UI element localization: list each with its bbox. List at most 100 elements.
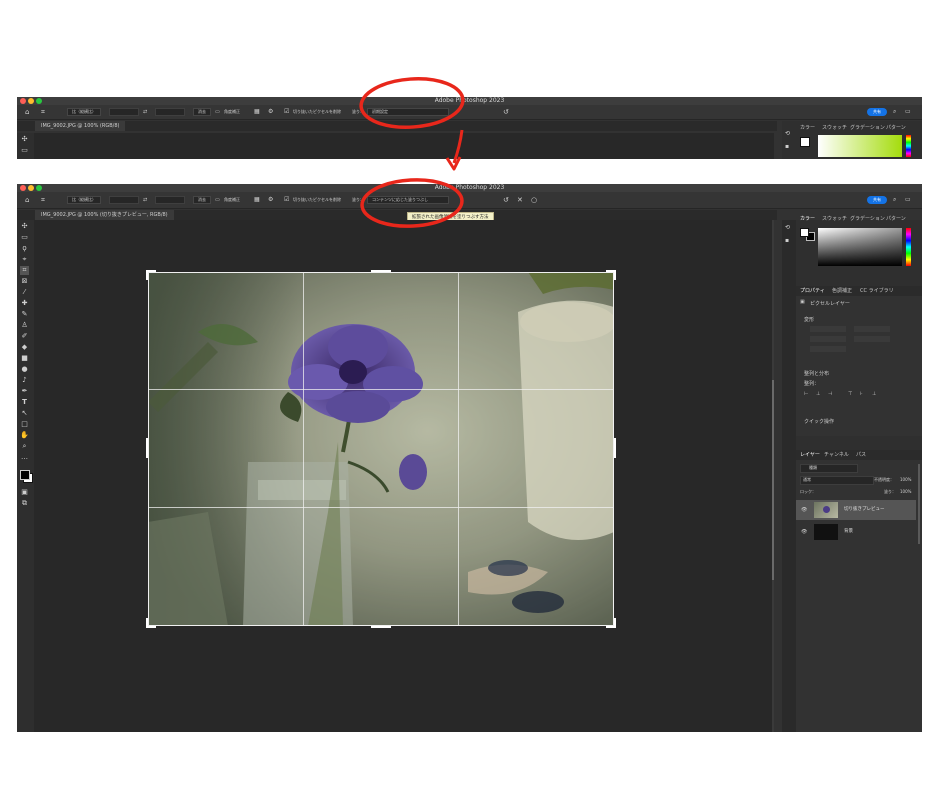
quick-actions-header[interactable]: クイック操作 — [804, 418, 834, 425]
crop-tool-icon[interactable]: ⌗ — [41, 108, 45, 116]
clear-button[interactable]: 消去 — [193, 196, 211, 204]
straighten-icon[interactable]: ▭ — [215, 196, 220, 204]
eyedropper-icon[interactable]: ⁄ — [20, 288, 29, 297]
adjustments-tab[interactable]: 色調補正 — [832, 286, 852, 296]
eraser-icon[interactable]: ◆ — [20, 343, 29, 352]
gear-icon[interactable]: ⚙ — [268, 108, 273, 116]
delete-cropped-label[interactable]: 切り抜いたピクセルを削除 — [293, 196, 341, 204]
align-center-icon[interactable]: ⊥ — [816, 390, 820, 398]
crop-tool-icon[interactable]: ⌗ — [41, 196, 45, 204]
hand-icon[interactable]: ✋ — [20, 431, 29, 440]
align-bottom-icon[interactable]: ⊥ — [872, 390, 876, 398]
path-select-icon[interactable]: ↖ — [20, 409, 29, 418]
ratio-dropdown[interactable]: 比（縦横比） — [67, 108, 101, 116]
blend-mode-dropdown[interactable]: 通常 — [800, 476, 874, 485]
delete-cropped-label[interactable]: 切り抜いたピクセルを削除 — [293, 108, 341, 116]
height-field[interactable] — [155, 108, 185, 116]
straighten-label[interactable]: 角度補正 — [224, 196, 240, 204]
properties-tab[interactable]: プロパティ — [800, 286, 825, 296]
eye-icon[interactable]: 👁 — [801, 506, 807, 514]
search-icon[interactable]: ⌕ — [893, 196, 896, 204]
color-panel-tab-patterns[interactable]: パターン — [886, 214, 906, 224]
color-panel-tab-gradients[interactable]: グラデーション — [850, 123, 885, 133]
overlay-grid-icon[interactable]: ▦ — [254, 196, 260, 204]
foreground-swatch[interactable] — [800, 137, 810, 147]
crop-handle-top-left-v[interactable] — [146, 270, 148, 280]
color-panel-tab-swatches[interactable]: スウォッチ — [822, 214, 847, 224]
history-icon[interactable]: ⟲ — [785, 224, 790, 232]
align-right-icon[interactable]: ⊣ — [828, 390, 832, 398]
fill-dropdown[interactable]: 初期設定 — [367, 108, 449, 116]
color-panel-tab-swatches[interactable]: スウォッチ — [822, 123, 847, 133]
screen-mode-icon[interactable]: ⧉ — [20, 499, 29, 508]
channels-tab[interactable]: チャンネル — [824, 450, 849, 460]
crop-handle-bottom-right-v[interactable] — [614, 618, 616, 628]
crop-handle-right-middle[interactable] — [614, 438, 616, 458]
ratio-dropdown[interactable]: 比（縦横比） — [67, 196, 101, 204]
crop-handle-top-middle[interactable] — [371, 270, 391, 272]
home-icon[interactable]: ⌂ — [25, 108, 29, 116]
move-icon[interactable]: ✣ — [20, 135, 29, 144]
foreground-swatch[interactable] — [800, 228, 809, 237]
width-field[interactable] — [109, 108, 139, 116]
w-field[interactable] — [810, 326, 846, 332]
layer-name[interactable]: 切り抜きプレビュー — [844, 500, 885, 520]
color-panel-tab-color[interactable]: カラー — [800, 214, 815, 224]
reset-icon[interactable]: ↺ — [503, 196, 509, 204]
history-icon[interactable]: ⟲ — [785, 130, 790, 138]
swap-icon[interactable]: ⇄ — [143, 196, 147, 204]
align-middle-icon[interactable]: ⊦ — [860, 390, 863, 398]
transform-header[interactable]: 変形 — [804, 316, 814, 323]
scrollbar-thumb[interactable] — [772, 380, 774, 580]
height-field[interactable] — [155, 196, 185, 204]
search-icon[interactable]: ⌕ — [893, 108, 896, 116]
x-field[interactable] — [810, 336, 846, 342]
lasso-icon[interactable]: ϙ — [20, 244, 29, 253]
more-tools-icon[interactable]: … — [20, 453, 29, 462]
hue-slider[interactable] — [906, 135, 911, 157]
marquee-icon[interactable]: ▭ — [20, 146, 29, 155]
width-field[interactable] — [109, 196, 139, 204]
crop-handle-top-right-v[interactable] — [614, 270, 616, 280]
layers-tab[interactable]: レイヤー — [800, 450, 820, 460]
cc-libraries-tab[interactable]: CC ライブラリ — [860, 286, 894, 296]
swap-icon[interactable]: ⇄ — [143, 108, 147, 116]
pen-icon[interactable]: ✒ — [20, 387, 29, 396]
brush-icon[interactable]: ✎ — [20, 310, 29, 319]
cancel-crop-icon[interactable]: ✕ — [517, 196, 523, 204]
y-field[interactable] — [854, 336, 890, 342]
layer-row[interactable]: 👁 切り抜きプレビュー — [796, 500, 916, 520]
color-panel-tab-patterns[interactable]: パターン — [886, 123, 906, 133]
crop-handle-bottom-left-v[interactable] — [146, 618, 148, 628]
crop-handle-left-middle[interactable] — [146, 438, 148, 458]
layers-scrollbar[interactable] — [918, 464, 920, 544]
share-button[interactable]: 共有 — [867, 196, 887, 204]
delete-cropped-checkbox[interactable]: ☑ — [284, 108, 289, 116]
eye-icon[interactable]: 👁 — [801, 528, 807, 536]
paths-tab[interactable]: パス — [856, 450, 866, 460]
stamp-icon[interactable]: ♙ — [20, 321, 29, 330]
fill-dropdown[interactable]: コンテンツに応じた塗りつぶし — [367, 196, 449, 204]
workspace-icon[interactable]: ▭ — [905, 108, 911, 116]
history-brush-icon[interactable]: ✐ — [20, 332, 29, 341]
overlay-grid-icon[interactable]: ▦ — [254, 108, 260, 116]
comment-icon[interactable]: ▪ — [785, 237, 789, 245]
opacity-value[interactable]: 100% — [900, 477, 911, 482]
align-header[interactable]: 整列と分布 — [804, 370, 829, 377]
workspace-icon[interactable]: ▭ — [905, 196, 911, 204]
document-tab[interactable]: IMG_9002.JPG @ 100% (切り抜きプレビュー, RGB/8) — [35, 210, 174, 220]
layer-filter-field[interactable]: 種類 — [800, 464, 858, 473]
dodge-icon[interactable]: ♪ — [20, 376, 29, 385]
quick-select-icon[interactable]: ⌖ — [20, 255, 29, 264]
gear-icon[interactable]: ⚙ — [268, 196, 273, 204]
quick-mask-icon[interactable]: ▣ — [20, 488, 29, 497]
home-icon[interactable]: ⌂ — [25, 196, 29, 204]
angle-field[interactable] — [810, 346, 846, 352]
rectangle-icon[interactable]: □ — [20, 420, 29, 429]
layer-row[interactable]: 👁 背景 — [796, 522, 916, 542]
healing-icon[interactable]: ✚ — [20, 299, 29, 308]
crop-icon[interactable]: ⌗ — [20, 266, 29, 275]
straighten-icon[interactable]: ▭ — [215, 108, 220, 116]
commit-crop-icon[interactable]: ○ — [531, 196, 537, 204]
comment-icon[interactable]: ▪ — [785, 143, 789, 151]
